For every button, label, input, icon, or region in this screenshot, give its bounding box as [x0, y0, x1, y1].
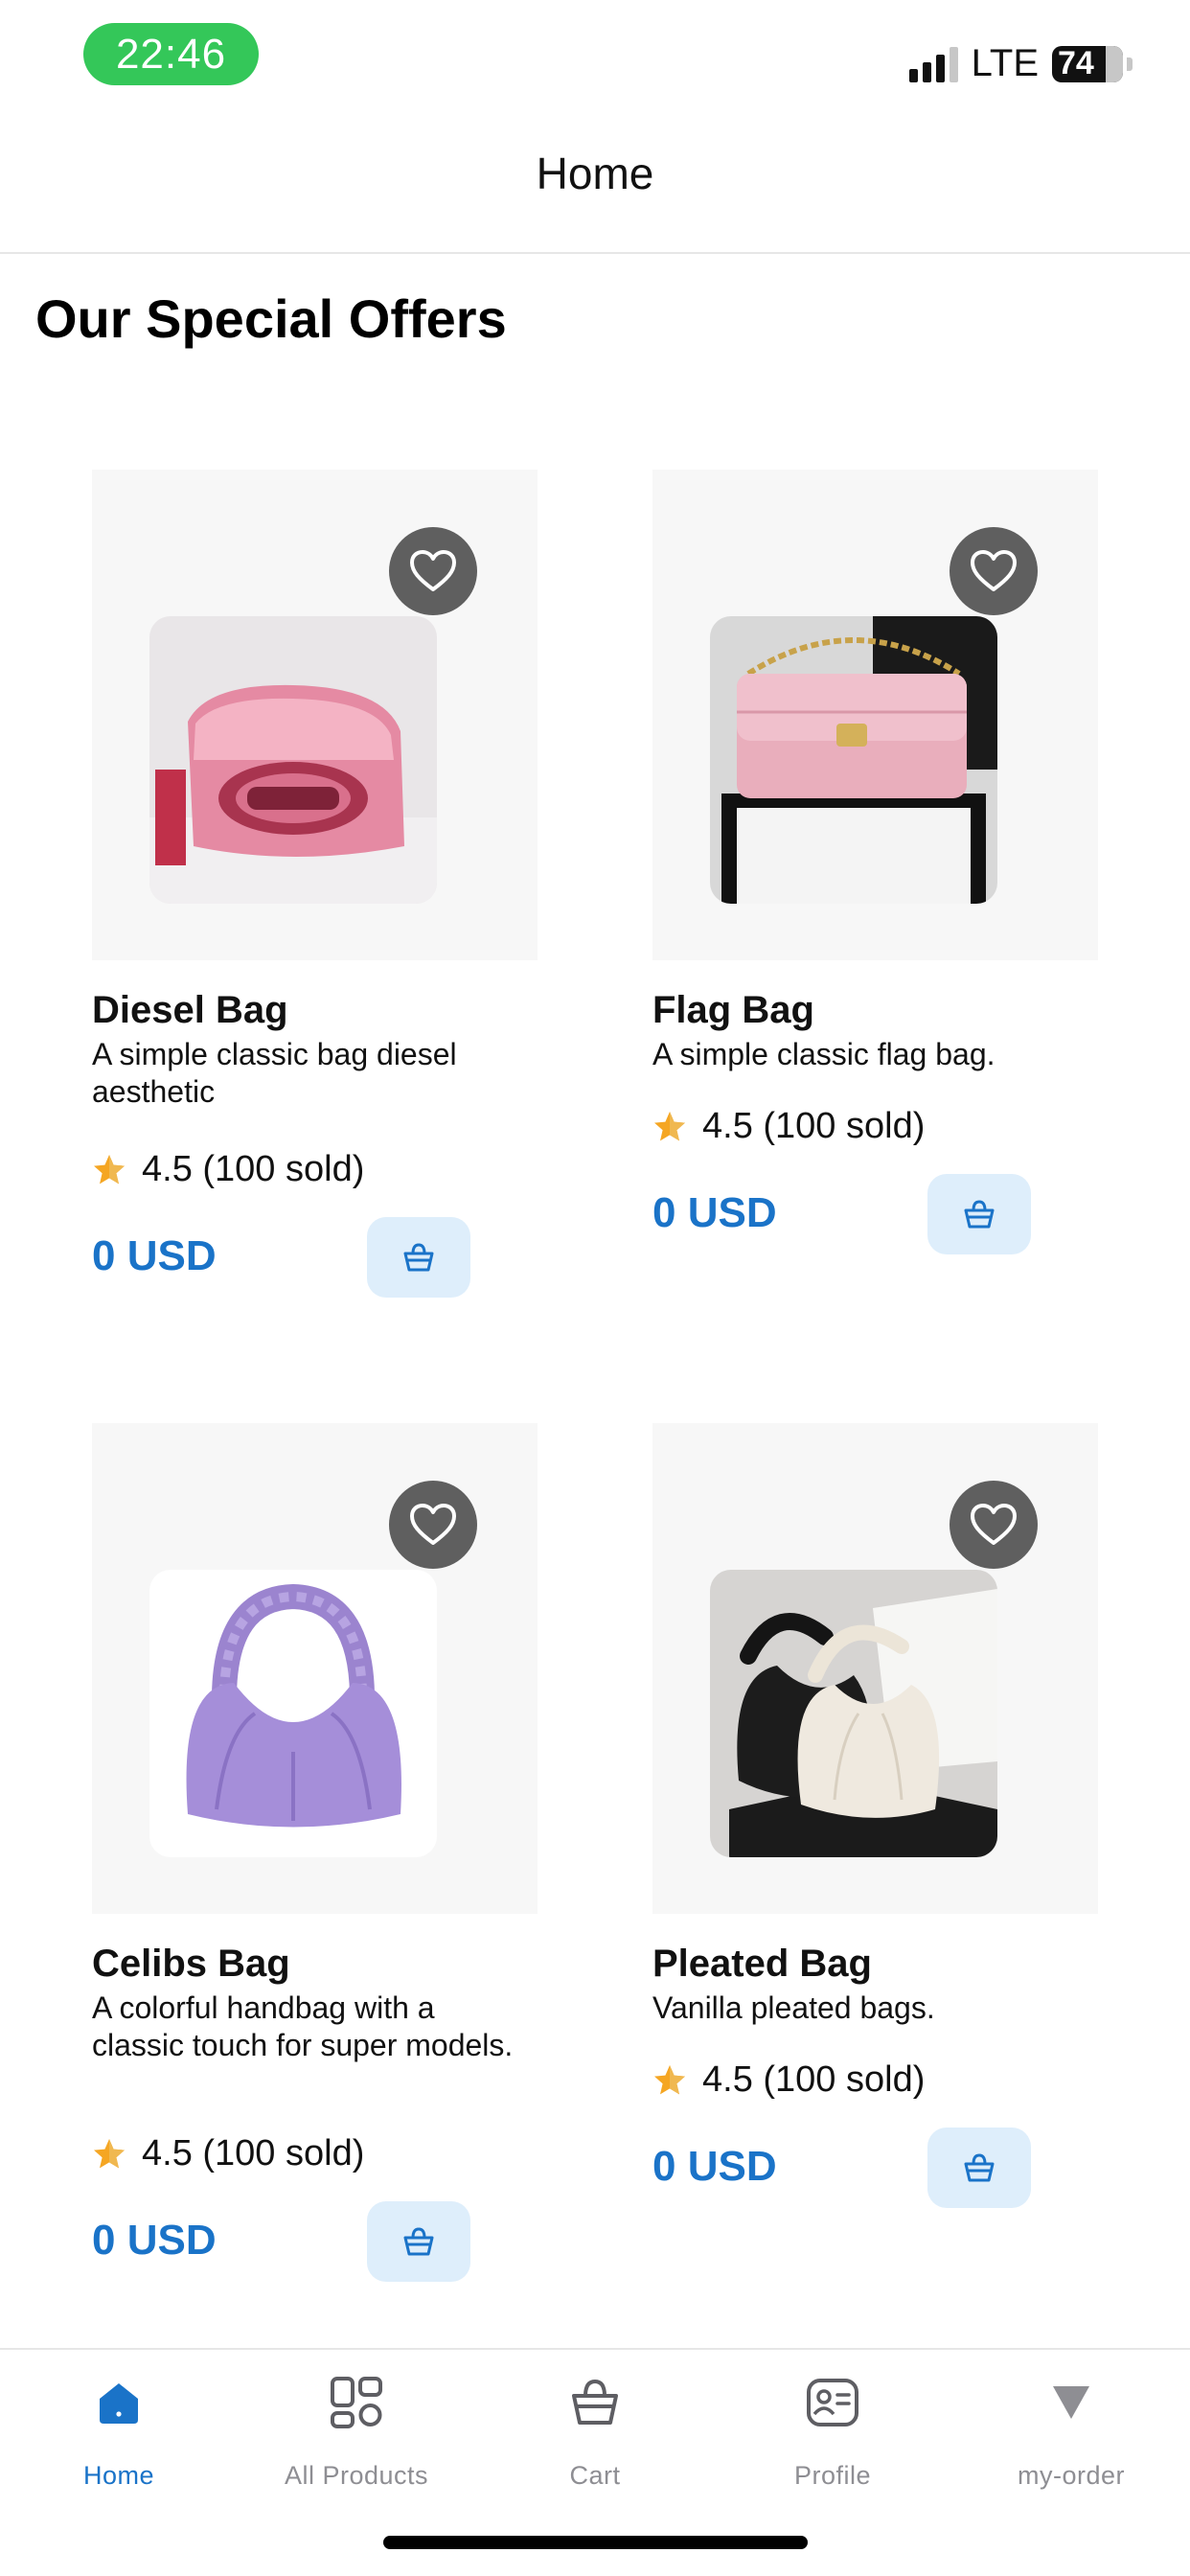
- favorite-button[interactable]: [389, 527, 477, 615]
- home-indicator: [383, 2536, 808, 2549]
- profile-card-icon: [806, 2369, 859, 2436]
- tab-label: All Products: [284, 2461, 429, 2490]
- product-card[interactable]: Celibs Bag A colorful handbag with a cla…: [92, 1423, 538, 2282]
- basket-icon: [964, 2153, 995, 2182]
- product-rating: 4.5 (100 sold): [652, 2059, 1098, 2101]
- add-to-cart-button[interactable]: [367, 2201, 470, 2282]
- add-to-cart-button[interactable]: [367, 1217, 470, 1298]
- rating-text: 4.5 (100 sold): [702, 2059, 926, 2100]
- favorite-button[interactable]: [950, 527, 1038, 615]
- product-description: A simple classic flag bag.: [652, 1037, 995, 1071]
- product-price: 0 USD: [652, 2143, 777, 2190]
- rating-text: 4.5 (100 sold): [142, 1149, 365, 1189]
- basket-icon: [964, 1200, 995, 1229]
- rating-text: 4.5 (100 sold): [142, 2133, 365, 2174]
- product-price: 0 USD: [652, 1189, 777, 1236]
- tab-label: Home: [82, 2461, 155, 2490]
- product-price: 0 USD: [92, 2217, 217, 2264]
- basket-icon: [403, 1243, 434, 1272]
- add-to-cart-button[interactable]: [927, 2128, 1031, 2208]
- tab-profile[interactable]: Profile: [714, 2369, 951, 2491]
- product-name: Celibs Bag: [92, 1943, 290, 1985]
- product-image-container[interactable]: [652, 470, 1098, 960]
- status-bar: 22:46 LTE 74: [0, 0, 1190, 115]
- price-row: 0 USD: [652, 2128, 1098, 2208]
- product-rating: 4.5 (100 sold): [92, 1149, 538, 1190]
- signal-icon: [908, 46, 958, 82]
- heart-icon: [971, 550, 1017, 591]
- product-price: 0 USD: [92, 1232, 217, 1279]
- product-card[interactable]: Pleated Bag Vanilla pleated bags. 4.5 (1…: [652, 1423, 1098, 2208]
- product-rating: 4.5 (100 sold): [652, 1106, 1098, 1147]
- grid-icon: [329, 2369, 384, 2436]
- heart-icon: [410, 1504, 456, 1545]
- favorite-button[interactable]: [389, 1481, 477, 1569]
- product-card[interactable]: Flag Bag A simple classic flag bag. 4.5 …: [652, 470, 1098, 1254]
- product-description: A colorful handbag with a classic touch …: [92, 1990, 514, 2062]
- heart-icon: [971, 1504, 1017, 1545]
- product-description: A simple classic bag diesel aesthetic: [92, 1037, 457, 1109]
- product-name: Pleated Bag: [652, 1943, 872, 1985]
- triangle-down-icon: [1050, 2369, 1092, 2436]
- product-image-container[interactable]: [92, 1423, 538, 1914]
- network-type: LTE: [971, 42, 1039, 84]
- product-photo: [149, 616, 437, 904]
- tab-label: Profile: [793, 2461, 872, 2490]
- add-to-cart-button[interactable]: [927, 1174, 1031, 1254]
- product-description: Vanilla pleated bags.: [652, 1990, 935, 2025]
- tab-all-products[interactable]: All Products: [238, 2369, 475, 2491]
- product-photo: [710, 1570, 997, 1857]
- product-photo: [149, 1570, 437, 1857]
- product-photo: [710, 616, 997, 904]
- basket-icon: [569, 2369, 621, 2436]
- product-name: Flag Bag: [652, 989, 814, 1031]
- heart-icon: [410, 550, 456, 591]
- star-icon: [94, 1154, 125, 1184]
- product-image-container[interactable]: [92, 470, 538, 960]
- navigation-header: Home: [0, 115, 1190, 254]
- battery-icon: 74: [1052, 45, 1123, 82]
- page-title: Home: [536, 148, 654, 198]
- star-icon: [654, 1111, 685, 1140]
- star-icon: [654, 2064, 685, 2094]
- tab-label: Cart: [569, 2461, 621, 2490]
- product-image-container[interactable]: [652, 1423, 1098, 1914]
- basket-icon: [403, 2227, 434, 2256]
- product-name: Diesel Bag: [92, 989, 288, 1031]
- home-icon: [94, 2369, 144, 2436]
- price-row: 0 USD: [92, 2201, 538, 2282]
- tab-home[interactable]: Home: [0, 2369, 238, 2491]
- status-indicators: LTE 74: [908, 42, 1133, 85]
- battery-level: 74: [1058, 45, 1094, 81]
- price-row: 0 USD: [92, 1217, 538, 1298]
- tab-my-order[interactable]: my-order: [952, 2369, 1190, 2491]
- tab-cart[interactable]: Cart: [476, 2369, 714, 2491]
- product-card[interactable]: Diesel Bag A simple classic bag diesel a…: [92, 470, 538, 1298]
- tab-label: my-order: [1017, 2461, 1125, 2490]
- rating-text: 4.5 (100 sold): [702, 1106, 926, 1146]
- section-title: Our Special Offers: [35, 288, 507, 349]
- favorite-button[interactable]: [950, 1481, 1038, 1569]
- product-rating: 4.5 (100 sold): [92, 2133, 538, 2174]
- star-icon: [94, 2138, 125, 2168]
- status-time: 22:46: [83, 23, 259, 85]
- price-row: 0 USD: [652, 1174, 1098, 1254]
